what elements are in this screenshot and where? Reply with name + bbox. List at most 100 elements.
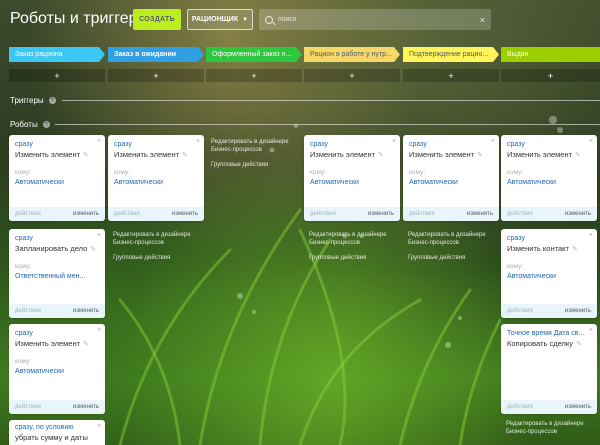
robot-name: Изменить элемент ✎ [507, 150, 581, 159]
stage-1[interactable]: Заказ рациона [9, 47, 105, 62]
actions-link[interactable]: действия [15, 308, 41, 314]
robot-responsible[interactable]: Автоматически [507, 273, 597, 280]
pencil-icon[interactable]: ✎ [576, 341, 582, 348]
edit-designer-link[interactable]: Редактировать в дизайнере Бизнес-процесс… [211, 138, 301, 154]
create-button[interactable]: СОЗДАТЬ [133, 9, 181, 30]
search-input[interactable]: поиск × [259, 9, 491, 30]
change-link[interactable]: изменить [73, 308, 99, 314]
close-icon[interactable]: × [97, 138, 101, 145]
robot-to-label: кому: [507, 263, 524, 270]
close-icon[interactable]: × [589, 327, 593, 334]
close-icon[interactable]: × [589, 232, 593, 239]
robots-label: Роботы [10, 120, 38, 129]
change-link[interactable]: изменить [73, 211, 99, 217]
actions-link[interactable]: действия [409, 211, 435, 217]
filter-dropdown[interactable]: РАЦИОНЩИК ▼ [187, 9, 253, 30]
change-link[interactable]: изменить [172, 211, 198, 217]
add-trigger-button[interactable]: + [403, 69, 499, 82]
help-icon[interactable]: ? [42, 121, 50, 128]
robot-when[interactable]: сразу [507, 235, 597, 242]
robot-when[interactable]: сразу [310, 141, 400, 148]
actions-link[interactable]: действия [15, 404, 41, 410]
group-actions-link[interactable]: Групповые действия [408, 254, 498, 262]
robot-card[interactable]: × сразу Изменить элемент ✎ кому: Автомати… [108, 135, 204, 221]
actions-link[interactable]: действия [310, 211, 336, 217]
robot-when[interactable]: сразу [15, 330, 105, 337]
actions-link[interactable]: действия [507, 308, 533, 314]
stage-5[interactable]: Подтверждение рацио... [403, 47, 499, 62]
actions-link[interactable]: действия [507, 211, 533, 217]
edit-designer-link[interactable]: Редактировать в дизайнере Бизнес-процесс… [506, 420, 596, 436]
robot-when[interactable]: сразу [507, 141, 597, 148]
robot-when[interactable]: Точное время Дата св... [507, 330, 597, 337]
pencil-icon[interactable]: ✎ [83, 341, 89, 348]
robot-card[interactable]: × сразу Изменить элемент ✎ кому: Автомати… [304, 135, 400, 221]
robot-card[interactable]: × сразу Запланировать дело ✎ кому: Ответс… [9, 229, 105, 318]
robot-when[interactable]: сразу, по условию [15, 424, 105, 431]
close-icon[interactable]: × [196, 138, 200, 145]
robot-when[interactable]: сразу [15, 235, 105, 242]
group-actions-link[interactable]: Групповые действия [113, 254, 203, 262]
change-link[interactable]: изменить [565, 404, 591, 410]
robot-responsible[interactable]: Автоматически [114, 179, 204, 186]
robot-responsible[interactable]: Автоматически [15, 179, 105, 186]
stage-6[interactable]: Выдан [501, 47, 600, 62]
change-link[interactable]: изменить [565, 211, 591, 217]
change-link[interactable]: изменить [73, 404, 99, 410]
robot-card[interactable]: × сразу Изменить контакт ✎ кому: Автомати… [501, 229, 597, 318]
add-trigger-button[interactable]: + [304, 69, 400, 82]
close-icon[interactable]: × [589, 138, 593, 145]
robot-card[interactable]: × сразу Изменить элемент ✎ кому: Автомати… [501, 135, 597, 221]
add-trigger-button[interactable]: + [206, 69, 302, 82]
clear-icon[interactable]: × [480, 15, 485, 25]
robot-card[interactable]: × сразу, по условию убрать сумму и даты … [9, 420, 105, 445]
robot-card[interactable]: × Точное время Дата св... Копировать сде… [501, 324, 597, 414]
pencil-icon[interactable]: ✎ [575, 152, 581, 159]
edit-designer-link[interactable]: Редактировать в дизайнере Бизнес-процесс… [309, 231, 399, 247]
robot-to-label: кому: [409, 169, 426, 176]
robot-when[interactable]: сразу [114, 141, 204, 148]
robot-card-footer: действия изменить [9, 304, 105, 318]
robot-card[interactable]: × сразу Изменить элемент ✎ кому: Автомати… [403, 135, 499, 221]
pencil-icon[interactable]: ✎ [378, 152, 384, 159]
add-trigger-button[interactable]: + [108, 69, 204, 82]
close-icon[interactable]: × [97, 327, 101, 334]
robot-responsible[interactable]: Автоматически [15, 368, 105, 375]
close-icon[interactable]: × [491, 138, 495, 145]
robot-responsible[interactable]: Автоматически [310, 179, 400, 186]
robot-responsible[interactable]: Автоматически [507, 179, 597, 186]
add-trigger-button[interactable]: + [9, 69, 105, 82]
change-link[interactable]: изменить [368, 211, 394, 217]
change-link[interactable]: изменить [467, 211, 493, 217]
change-link[interactable]: изменить [565, 308, 591, 314]
close-icon[interactable]: × [97, 232, 101, 239]
pencil-icon[interactable]: ✎ [182, 152, 188, 159]
robot-responsible[interactable]: Ответственный мен... [15, 273, 105, 280]
robot-when[interactable]: сразу [15, 141, 105, 148]
actions-link[interactable]: действия [15, 211, 41, 217]
add-trigger-button[interactable]: + [501, 69, 600, 82]
robot-to-label: кому: [507, 169, 524, 176]
robot-card-footer: действия изменить [9, 207, 105, 221]
stage-2[interactable]: Заказ в ожидании [108, 47, 204, 62]
robot-name: Изменить элемент ✎ [409, 150, 483, 159]
close-icon[interactable]: × [392, 138, 396, 145]
group-actions-link[interactable]: Групповые действия [309, 254, 399, 262]
stage-3[interactable]: Оформленный заказ н... [206, 47, 302, 62]
robot-when[interactable]: сразу [409, 141, 499, 148]
edit-designer-link[interactable]: Редактировать в дизайнере Бизнес-процесс… [408, 231, 498, 247]
robot-card[interactable]: × сразу Изменить элемент ✎ кому: Автомати… [9, 135, 105, 221]
help-icon[interactable]: ? [48, 97, 56, 104]
pencil-icon[interactable]: ✎ [477, 152, 483, 159]
robot-responsible[interactable]: Автоматически [409, 179, 499, 186]
pencil-icon[interactable]: ✎ [83, 152, 89, 159]
pencil-icon[interactable]: ✎ [572, 246, 578, 253]
stage-4[interactable]: Рацион в работе у нутр... [304, 47, 400, 62]
group-actions-link[interactable]: Групповые действия [211, 161, 301, 169]
actions-link[interactable]: действия [507, 404, 533, 410]
actions-link[interactable]: действия [114, 211, 140, 217]
robot-card[interactable]: × сразу Изменить элемент ✎ кому: Автомати… [9, 324, 105, 414]
edit-designer-link[interactable]: Редактировать в дизайнере Бизнес-процесс… [113, 231, 203, 247]
pencil-icon[interactable]: ✎ [90, 246, 96, 253]
close-icon[interactable]: × [97, 423, 101, 430]
